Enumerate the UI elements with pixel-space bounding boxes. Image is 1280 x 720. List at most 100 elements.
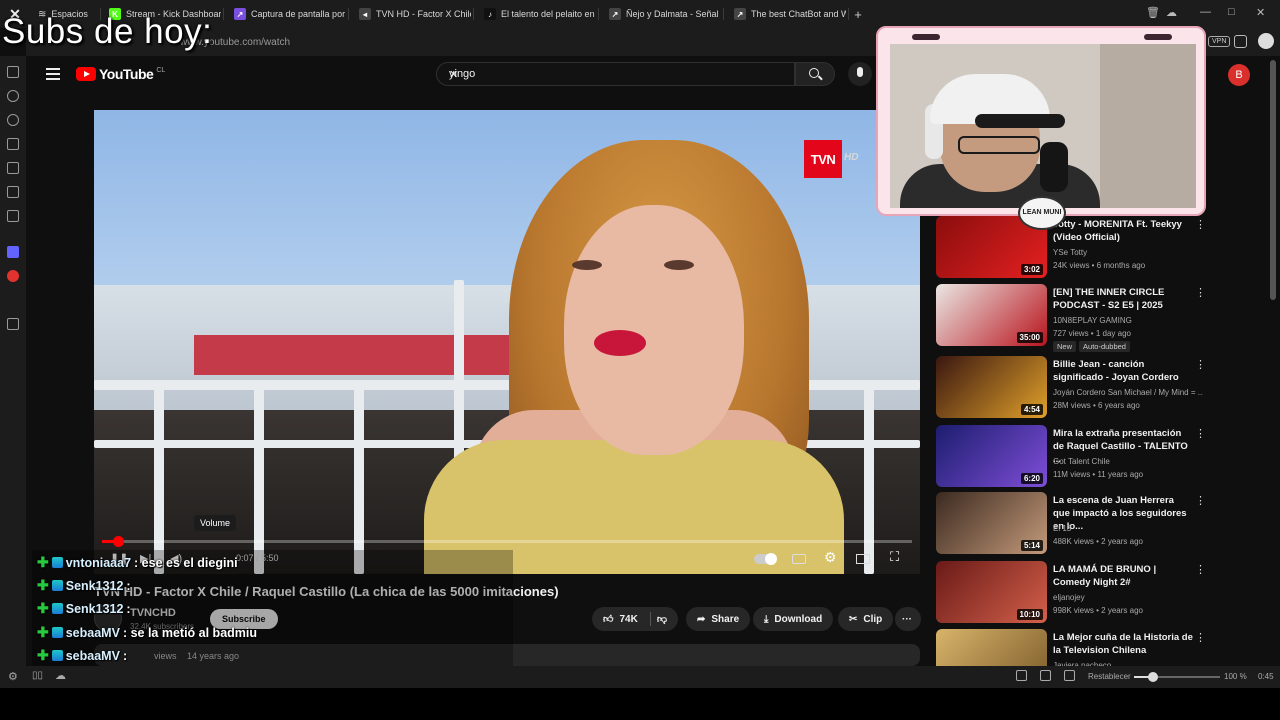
browser-tab[interactable]: ↗ Captura de pantalla por Lig — [226, 3, 346, 25]
more-options-icon[interactable]: ⋮ — [1195, 494, 1206, 507]
download-icon[interactable] — [7, 90, 19, 102]
more-options-icon[interactable]: ⋮ — [1195, 218, 1206, 231]
recommendation-item[interactable]: 10:10 LA MAMÁ DE BRUNO | Comedy Night 2# e… — [936, 561, 1216, 623]
profile-icon[interactable] — [1258, 33, 1274, 49]
recommendation-title[interactable]: [EN] THE INNER CIRCLE PODCAST - S2 E5 | … — [1053, 286, 1193, 312]
recommendation-channel[interactable]: El 13 — [1053, 524, 1203, 533]
browser-tab[interactable]: ♪ El talento del pelaito en Tik — [476, 3, 596, 25]
cloud-icon[interactable]: ☁ — [1166, 6, 1177, 19]
menu-icon[interactable] — [46, 68, 60, 80]
settings-icon[interactable]: ⚙ — [8, 670, 18, 683]
search-button[interactable] — [795, 62, 835, 86]
recommendation-item[interactable]: 4:54 Billie Jean - canción significado - … — [936, 356, 1216, 418]
like-button[interactable]: 👍︎ 74K 👎︎ — [592, 607, 678, 631]
page-actions-icon[interactable] — [1064, 670, 1075, 681]
clip-button[interactable]: ✂ Clip — [838, 607, 894, 631]
tab-favicon: ↗ — [609, 8, 621, 20]
reset-zoom-button[interactable]: Restablecer — [1088, 672, 1131, 681]
trash-icon[interactable]: 🗑 — [1146, 6, 1160, 19]
recommendation-channel[interactable]: YSe Totty — [1053, 248, 1203, 257]
panel-toggle-icon[interactable]: ▯▯ — [32, 670, 43, 681]
chat-text: : — [126, 601, 131, 616]
tab-label: El talento del pelaito en Tik — [501, 9, 596, 19]
recommendation-channel[interactable]: Got Talent Chile — [1053, 457, 1203, 466]
browser-tab[interactable]: ↗ Ñejo y Dalmata - Señal de — [601, 3, 721, 25]
chat-message: ✚ Senk1312: — [37, 577, 131, 594]
recommendation-item[interactable]: La Mejor cuña de la Historia de la Telev… — [936, 629, 1216, 691]
clear-search-icon[interactable]: ✕ — [449, 68, 786, 81]
recommendation-item[interactable]: 35:00 [EN] THE INNER CIRCLE PODCAST - S2 … — [936, 284, 1216, 352]
new-tab-button[interactable]: + — [849, 7, 867, 22]
theater-mode-icon[interactable] — [856, 554, 870, 564]
video-player[interactable]: TVN HD Volume ❚❚ ▶| ◀) 0:07 / 5:50 ⚙ ⛶ — [94, 110, 920, 574]
youtube-logo[interactable]: YouTube CL — [76, 66, 165, 82]
more-actions-button[interactable]: ··· — [895, 607, 921, 631]
more-options-icon[interactable]: ⋮ — [1195, 427, 1206, 440]
reader-icon[interactable] — [7, 210, 19, 222]
recommendation-thumbnail[interactable]: 5:14 — [936, 492, 1047, 554]
settings-icon[interactable]: ⚙ — [824, 549, 838, 565]
youtube-play-icon — [76, 67, 96, 81]
zoom-slider-knob[interactable] — [1148, 672, 1158, 682]
more-options-icon[interactable]: ⋮ — [1195, 631, 1206, 644]
chat-username: Senk1312 — [65, 601, 124, 616]
sync-cloud-icon[interactable]: ☁ — [55, 669, 66, 682]
recommendation-thumbnail[interactable]: 10:10 — [936, 561, 1047, 623]
thumbs-down-icon[interactable]: 👎︎ — [657, 613, 667, 625]
vivaldi-icon[interactable] — [7, 270, 19, 282]
more-icon: ··· — [902, 613, 912, 625]
autoplay-toggle[interactable] — [754, 553, 777, 565]
minimize-button[interactable]: — — [1200, 6, 1211, 18]
recommendation-thumbnail[interactable]: 35:00 — [936, 284, 1047, 346]
more-options-icon[interactable]: ⋮ — [1195, 358, 1206, 371]
maximize-button[interactable]: □ — [1228, 6, 1235, 18]
recommendation-title[interactable]: Billie Jean - canción significado - Joya… — [1053, 358, 1193, 384]
browser-tab[interactable]: ◂ TVN HD - Factor X Chile / F — [351, 3, 471, 25]
recommendation-channel[interactable]: eljanojey — [1053, 593, 1203, 602]
tiling-icon[interactable] — [1040, 670, 1051, 681]
share-button[interactable]: ➦ Share — [686, 607, 751, 631]
recommendation-channel[interactable]: Joyán Cordero San Michael / My Mind = ..… — [1053, 388, 1203, 397]
recommendation-title[interactable]: La Mejor cuña de la Historia de la Telev… — [1053, 631, 1193, 657]
recommendation-thumbnail[interactable]: 4:54 — [936, 356, 1047, 418]
page-scrollbar[interactable] — [1270, 60, 1276, 300]
recommendation-title[interactable]: LA MAMÁ DE BRUNO | Comedy Night 2# — [1053, 563, 1193, 589]
recommendation-item[interactable]: 3:02 Totty - MORENITA Ft. Teekyy (Video O… — [936, 216, 1216, 278]
printer-icon[interactable] — [7, 186, 19, 198]
recommendation-item[interactable]: 5:14 La escena de Juan Herrera que impact… — [936, 492, 1216, 554]
zoom-level: 100 % — [1224, 672, 1247, 681]
more-options-icon[interactable]: ⋮ — [1195, 563, 1206, 576]
capture-icon[interactable] — [1016, 670, 1027, 681]
wallet-icon[interactable] — [1234, 35, 1247, 48]
more-options-icon[interactable]: ⋮ — [1195, 286, 1206, 299]
tab-label: Ñejo y Dalmata - Señal de — [626, 9, 721, 19]
streamer-logo-text: LEAN MUNI — [1022, 209, 1062, 216]
mastodon-icon[interactable] — [7, 246, 19, 258]
account-avatar[interactable]: B — [1228, 64, 1250, 86]
recommendation-channel[interactable]: 10N8EPLAY GAMING — [1053, 316, 1203, 325]
progress-bar[interactable] — [102, 536, 912, 547]
download-button[interactable]: ⤓ Download — [753, 607, 834, 631]
fullscreen-icon[interactable]: ⛶ — [890, 549, 904, 564]
recommendation-title[interactable]: Totty - MORENITA Ft. Teekyy (Video Offic… — [1053, 218, 1193, 244]
zoom-slider[interactable] — [1134, 672, 1220, 682]
chat-message: ✚ sebaaMV: se la metió al badmiu — [37, 624, 257, 641]
search-input[interactable]: yingo ✕ — [436, 62, 795, 86]
chat-message: ✚ Senk1312: — [37, 600, 131, 617]
history-icon[interactable] — [7, 114, 19, 126]
chat-message: ✚ sebaaMV: — [37, 647, 127, 664]
translate-icon[interactable] — [7, 162, 19, 174]
add-panel-icon[interactable] — [7, 318, 19, 330]
recommendation-thumbnail[interactable]: 6:20 — [936, 425, 1047, 487]
recommendation-item[interactable]: 6:20 Mira la extraña presentación de Raqu… — [936, 425, 1216, 487]
voice-search-button[interactable] — [848, 62, 872, 86]
webcam-feed — [890, 44, 1196, 208]
vpn-badge[interactable]: VPN — [1208, 36, 1231, 47]
bookmark-icon[interactable] — [7, 66, 19, 78]
chat-badge-icon — [51, 557, 63, 568]
notes-icon[interactable] — [7, 138, 19, 150]
browser-tab[interactable]: ↗ The best ChatBot and Widg — [726, 3, 846, 25]
close-window-button[interactable]: ✕ — [1256, 6, 1265, 19]
tab-favicon: ↗ — [234, 8, 246, 20]
captions-icon[interactable] — [792, 554, 806, 564]
